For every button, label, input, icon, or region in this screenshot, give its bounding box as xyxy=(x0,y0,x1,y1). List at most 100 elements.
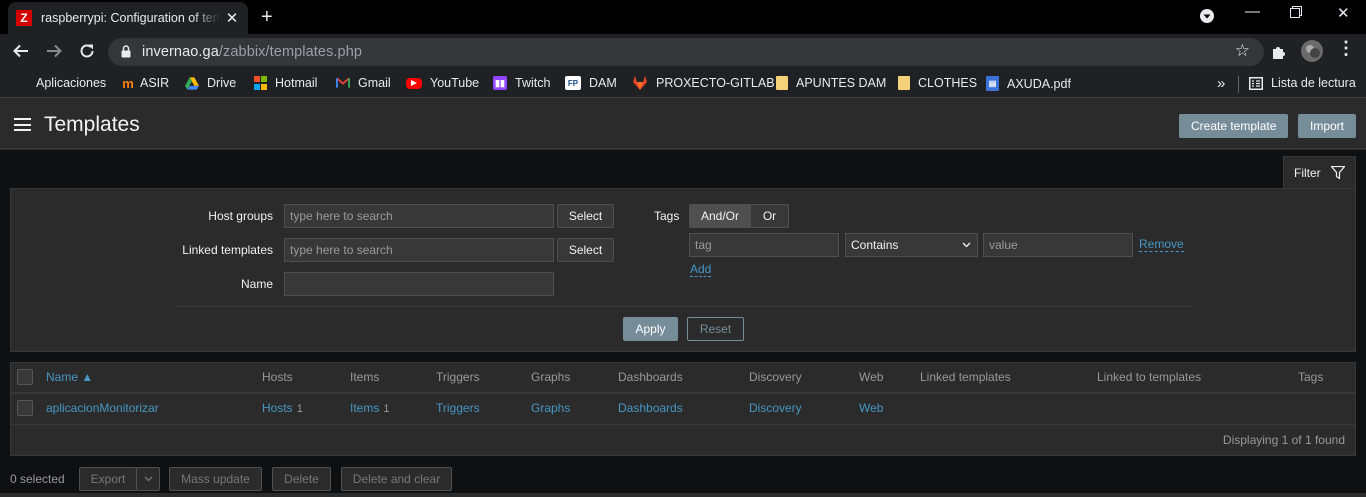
menu-icon[interactable] xyxy=(14,118,31,131)
export-dropdown-button[interactable] xyxy=(136,467,160,491)
bookmarks-overflow-icon[interactable]: » xyxy=(1217,75,1225,92)
minimize-window-icon[interactable]: — xyxy=(1245,3,1260,20)
bookmark-apuntes-dam[interactable]: APUNTES DAM xyxy=(776,76,886,90)
reading-list[interactable]: Lista de lectura xyxy=(1249,76,1356,90)
triggers-link[interactable]: Triggers xyxy=(436,401,480,415)
selected-count: 0 selected xyxy=(10,472,65,486)
close-tab-icon[interactable]: ✕ xyxy=(224,9,240,27)
items-link[interactable]: Items xyxy=(350,401,379,415)
dashboards-link[interactable]: Dashboards xyxy=(618,401,683,415)
tag-name-input[interactable] xyxy=(689,233,839,257)
row-checkbox[interactable] xyxy=(17,400,33,416)
bookmarks-bar: Aplicaciones m ASIR Drive Hotmail Gmail … xyxy=(0,70,1366,98)
microsoft-icon xyxy=(253,76,267,90)
items-count: 1 xyxy=(383,403,390,415)
delete-button[interactable]: Delete xyxy=(272,467,331,491)
host-groups-input[interactable] xyxy=(284,204,554,228)
create-template-button[interactable]: Create template xyxy=(1179,114,1289,138)
tab-title: raspberrypi: Configuration of templates xyxy=(41,11,220,25)
reset-button[interactable]: Reset xyxy=(687,317,744,341)
filter-panel: Host groups Select Linked templates Sele… xyxy=(10,188,1356,352)
host-groups-select-button[interactable]: Select xyxy=(557,204,614,228)
filter-divider xyxy=(173,306,1193,307)
chevron-down-icon xyxy=(962,234,971,263)
linked-templates-input[interactable] xyxy=(284,238,554,262)
delete-and-clear-button[interactable]: Delete and clear xyxy=(341,467,452,491)
chevron-down-icon xyxy=(144,468,153,490)
select-all-checkbox[interactable] xyxy=(17,369,33,385)
new-tab-icon[interactable]: + xyxy=(261,6,273,29)
tag-operator-select[interactable]: Contains xyxy=(845,233,978,257)
tag-value-input[interactable] xyxy=(983,233,1133,257)
graphs-link[interactable]: Graphs xyxy=(531,401,570,415)
reload-icon[interactable] xyxy=(78,42,96,63)
web-link[interactable]: Web xyxy=(859,401,883,415)
bookmark-gitlab[interactable]: PROXECTO-GITLAB xyxy=(632,76,775,90)
bookmark-youtube[interactable]: YouTube xyxy=(406,76,479,90)
hosts-link[interactable]: Hosts xyxy=(262,401,293,415)
bookmark-hotmail[interactable]: Hotmail xyxy=(253,76,317,90)
reading-list-icon xyxy=(1249,76,1263,90)
add-tag-link[interactable]: Add xyxy=(690,263,712,277)
name-input[interactable] xyxy=(284,272,554,296)
table-paging-info: Displaying 1 of 1 found xyxy=(1222,433,1345,447)
column-name-header[interactable]: Name ▲ xyxy=(46,370,93,384)
apps-grid-icon xyxy=(14,76,28,90)
bookmark-drive[interactable]: Drive xyxy=(185,76,236,90)
column-graphs-header: Graphs xyxy=(531,370,571,384)
pdf-icon: ▤ xyxy=(986,76,999,91)
discovery-link[interactable]: Discovery xyxy=(749,401,802,415)
tags-and-or-toggle[interactable]: And/Or xyxy=(689,204,751,228)
mass-update-button[interactable]: Mass update xyxy=(169,467,262,491)
bookmark-asir[interactable]: m ASIR xyxy=(120,75,169,91)
bookmark-star-icon[interactable]: ☆ xyxy=(1235,41,1250,61)
browser-menu-icon[interactable]: ⋮ xyxy=(1337,39,1355,57)
column-items-header: Items xyxy=(350,370,380,384)
row-divider xyxy=(11,424,1355,425)
twitch-icon: ▮▮ xyxy=(493,76,507,90)
hosts-count: 1 xyxy=(296,403,303,415)
gmail-icon xyxy=(336,76,350,90)
moodle-icon: m xyxy=(122,75,134,91)
remove-tag-link[interactable]: Remove xyxy=(1139,238,1184,252)
bookmark-dam[interactable]: FP DAM xyxy=(565,76,617,90)
bookmarks-divider xyxy=(1238,76,1239,93)
extensions-icon[interactable] xyxy=(1270,43,1288,64)
linked-templates-label: Linked templates xyxy=(182,243,273,257)
browser-tab[interactable]: Z raspberrypi: Configuration of template… xyxy=(8,2,248,34)
lock-icon[interactable] xyxy=(121,45,131,58)
address-bar[interactable]: invernao.ga/zabbix/templates.php ☆ xyxy=(108,38,1264,66)
url-text[interactable]: invernao.ga/zabbix/templates.php xyxy=(142,44,362,60)
column-hosts-header: Hosts xyxy=(262,370,293,384)
page-title: Templates xyxy=(44,113,140,136)
filter-funnel-icon xyxy=(1330,166,1345,179)
forward-icon[interactable] xyxy=(45,42,63,63)
restore-window-icon[interactable] xyxy=(1290,5,1302,22)
import-button[interactable]: Import xyxy=(1298,114,1357,138)
bookmark-gmail[interactable]: Gmail xyxy=(336,76,391,90)
main-content: Filter Host groups Select Linked templat… xyxy=(0,150,1366,493)
tags-or-toggle[interactable]: Or xyxy=(750,204,789,228)
bookmark-aplicaciones[interactable]: Aplicaciones xyxy=(14,76,106,90)
column-discovery-header: Discovery xyxy=(749,370,802,384)
bookmark-axuda-pdf[interactable]: ▤ AXUDA.pdf xyxy=(986,76,1071,91)
avatar[interactable] xyxy=(1301,40,1323,65)
back-icon[interactable] xyxy=(12,42,30,63)
bookmark-clothes[interactable]: CLOTHES xyxy=(898,76,977,90)
column-linked-templates-header: Linked templates xyxy=(920,370,1011,384)
drive-icon xyxy=(185,76,199,90)
host-groups-label: Host groups xyxy=(208,209,273,223)
close-window-icon[interactable]: ✕ xyxy=(1337,4,1350,22)
bookmark-twitch[interactable]: ▮▮ Twitch xyxy=(493,76,550,90)
hosts-cell: Hosts 1 xyxy=(262,401,303,415)
apply-button[interactable]: Apply xyxy=(623,317,678,341)
filter-tab[interactable]: Filter xyxy=(1283,156,1356,188)
profile-menu-icon[interactable] xyxy=(1200,9,1214,27)
column-dashboards-header: Dashboards xyxy=(618,370,683,384)
youtube-icon xyxy=(406,77,422,89)
template-name-link[interactable]: aplicacionMonitorizar xyxy=(46,401,159,415)
items-cell: Items 1 xyxy=(350,401,389,415)
export-button[interactable]: Export xyxy=(79,467,137,491)
linked-templates-select-button[interactable]: Select xyxy=(557,238,614,262)
browser-title-bar: Z raspberrypi: Configuration of template… xyxy=(0,0,1366,34)
